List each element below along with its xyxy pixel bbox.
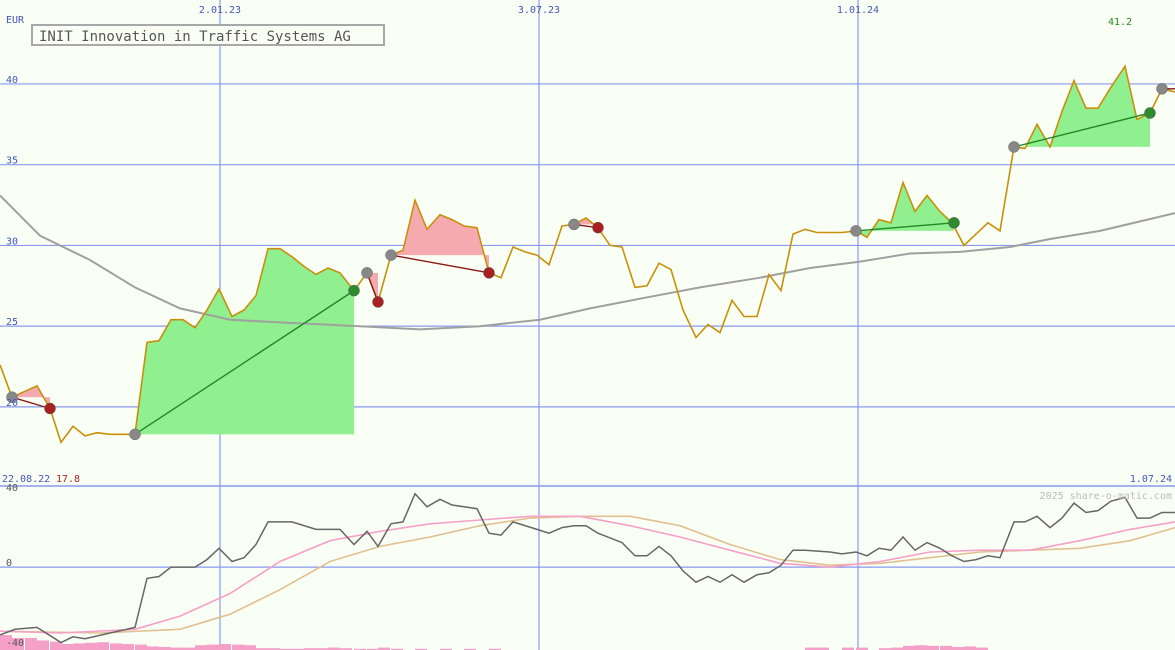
y-tick-label: 20 xyxy=(6,398,18,409)
stock-chart: 20253035402.01.23 3.07.23 1.01.24EUR 41.222… xyxy=(0,0,1175,650)
sell-marker xyxy=(372,296,384,308)
y-tick-label: 30 xyxy=(6,236,18,247)
sell-marker xyxy=(948,217,960,229)
buy-marker xyxy=(385,249,397,261)
volume-bar xyxy=(97,642,109,650)
sell-marker xyxy=(44,402,56,415)
buy-marker xyxy=(1008,141,1020,153)
x-tick-label: 3.07.23 xyxy=(518,5,560,16)
y-tick-label: 25 xyxy=(6,317,18,328)
chart-stage: 20 25 30 35 40 2.01.23 3.07.23 1.01.24 EUR 41.2 22… xyxy=(0,0,1175,650)
currency-label: EUR xyxy=(6,15,25,26)
y-tick-label: 40 xyxy=(6,75,18,86)
x-tick-label: 1.01.24 xyxy=(837,5,879,16)
volume-bar xyxy=(964,646,976,650)
indicator-signal-line xyxy=(0,515,1175,634)
buy-marker xyxy=(1156,83,1168,95)
indicator-slow-line xyxy=(0,515,1175,634)
end-date-label: 1.07.24 xyxy=(1130,474,1172,485)
moving-average-line xyxy=(0,194,1175,331)
buy-marker xyxy=(129,428,141,441)
buy-marker xyxy=(361,267,373,279)
volume-bar xyxy=(903,645,915,650)
sell-marker xyxy=(592,221,604,234)
volume-bar xyxy=(940,645,952,650)
volume-bar xyxy=(85,642,97,650)
volume-bar xyxy=(244,645,256,650)
volume-bar xyxy=(25,638,37,650)
max-value-label: 41.2 xyxy=(1108,17,1132,28)
y-tick-label: 35 xyxy=(6,156,18,167)
volume-bar xyxy=(73,643,85,650)
volume-bar xyxy=(147,646,159,650)
indicator-tick-label: -40 xyxy=(6,638,24,649)
volume-bar xyxy=(232,644,244,650)
copyright-label: 2025 share-o-matic.com xyxy=(1040,491,1172,502)
x-tick-label: 2.01.23 xyxy=(199,5,241,16)
chart-title: INIT Innovation in Traffic Systems AG xyxy=(31,24,385,46)
buy-marker xyxy=(850,225,862,237)
volume-bar xyxy=(915,645,927,650)
volume-bar xyxy=(37,640,49,650)
indicator-tick-label: 0 xyxy=(6,558,12,569)
trade-line xyxy=(390,254,490,274)
volume-bar xyxy=(122,644,134,650)
sell-marker xyxy=(1144,107,1156,119)
volume-bar xyxy=(219,644,231,650)
volume-bar xyxy=(927,645,939,650)
volume-bar xyxy=(110,643,122,650)
indicator-panel xyxy=(0,492,1175,650)
volume-bar xyxy=(61,644,73,650)
volume-bar xyxy=(195,645,207,650)
min-value-label: 17.8 xyxy=(56,474,80,485)
sell-marker xyxy=(483,267,495,279)
sell-marker xyxy=(348,284,360,297)
indicator-tick-label: 40 xyxy=(6,483,18,494)
trade-fill xyxy=(1014,66,1150,149)
volume-bar xyxy=(207,644,219,650)
buy-marker xyxy=(568,218,580,231)
trade-fill xyxy=(135,248,354,435)
volume-bar xyxy=(135,644,147,650)
